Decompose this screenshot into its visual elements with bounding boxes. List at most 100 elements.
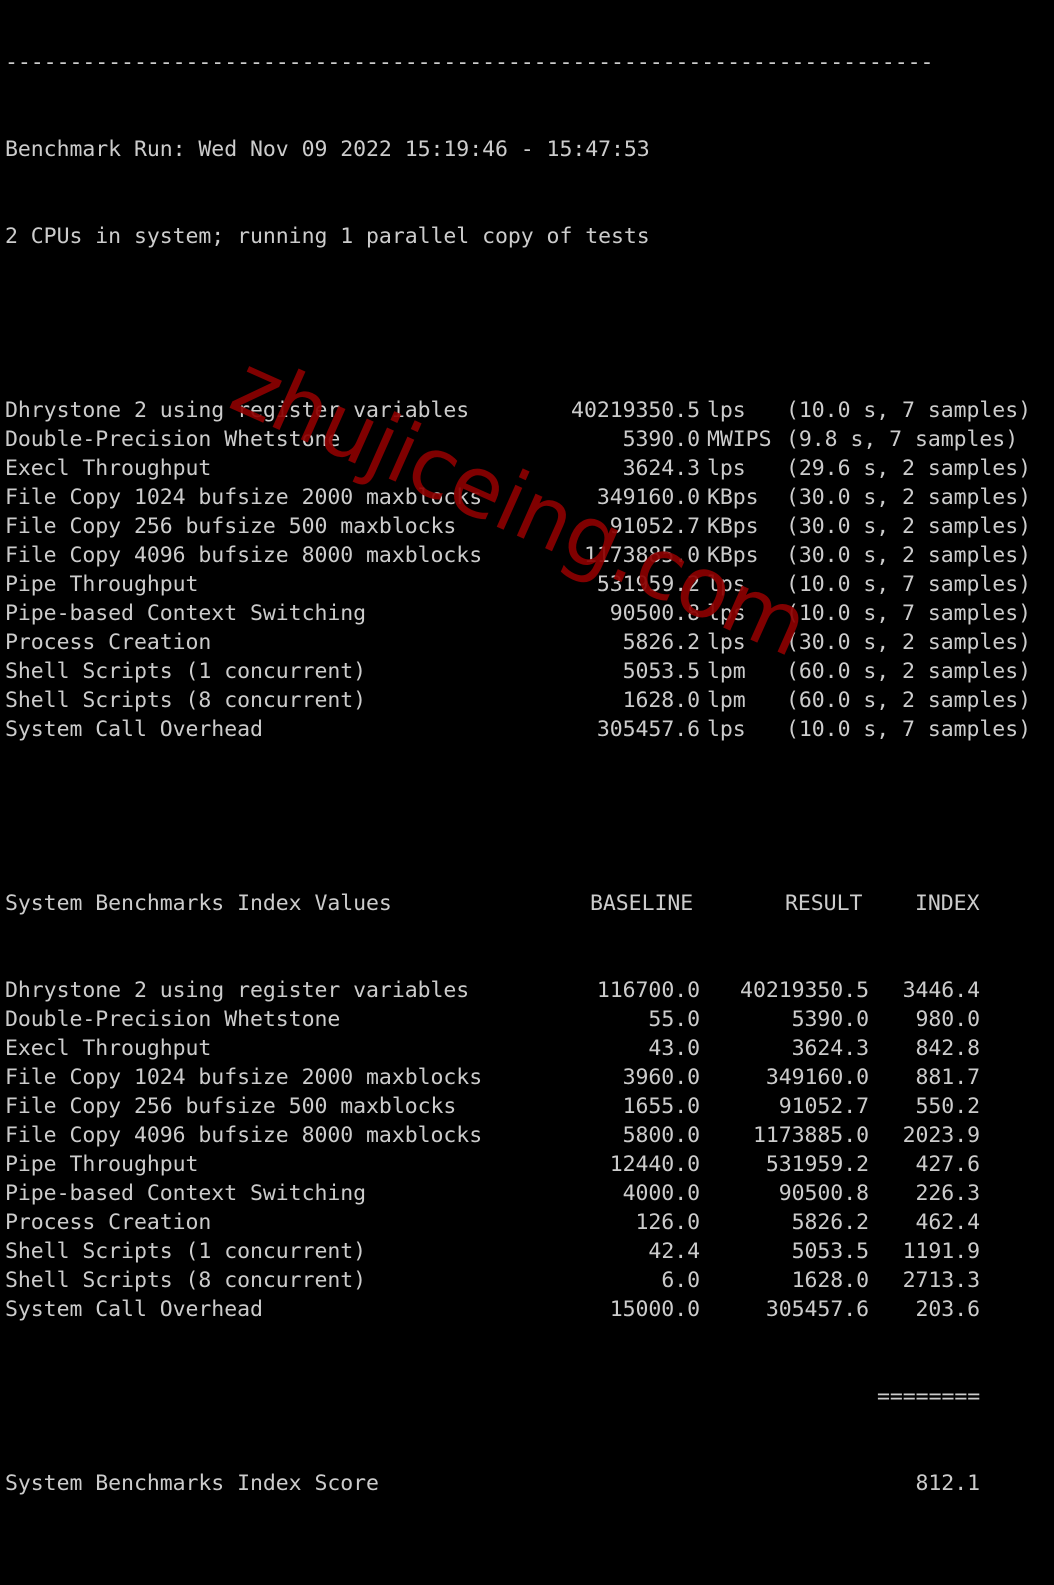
index-row-baseline: 43.0 [648,1036,700,1061]
result-detail: (10.0 s, 7 samples) [786,398,1031,423]
index-table-row: File Copy 1024 bufsize 2000 maxblocks 396… [5,1063,980,1092]
index-row-name: Double-Precision Whetstone [5,1007,341,1032]
index-score-label: System Benchmarks Index Score [5,1471,379,1496]
result-name: Pipe Throughput [5,572,199,597]
result-name: Dhrystone 2 using register variables [5,398,470,423]
result-row: Process Creation 5826.2 lps (30.0 s, 2 samp… [5,628,1031,657]
index-row-index: 980.0 [915,1007,981,1032]
index-row-baseline: 3960.0 [622,1065,700,1090]
result-name: Execl Throughput [5,456,212,481]
result-detail: (60.0 s, 2 samples) [786,688,1031,713]
result-name: Shell Scripts (8 concurrent) [5,688,367,713]
result-value: 1173885.0 [583,543,700,568]
index-row-name: File Copy 1024 bufsize 2000 maxblocks [5,1065,483,1090]
index-row-name: File Copy 256 bufsize 500 maxblocks [5,1094,457,1119]
result-unit: lps [707,717,746,742]
result-unit: lps [707,572,746,597]
result-name: Pipe-based Context Switching [5,601,367,626]
index-row-result: 5053.5 [791,1239,869,1264]
result-unit: lps [707,601,746,626]
index-row-baseline: 116700.0 [596,978,700,1003]
baseline-header: BASELINE [590,891,694,916]
index-table-row: Pipe Throughput 12440.0 531959.2 427.6 [5,1150,980,1179]
index-table-row: Execl Throughput 43.0 3624.3 842.8 [5,1034,980,1063]
index-row-result: 1173885.0 [752,1123,869,1148]
benchmark-run-line: Benchmark Run: Wed Nov 09 2022 15:19:46 … [5,137,650,162]
result-unit: KBps [707,485,759,510]
index-row-result: 90500.8 [778,1181,869,1206]
index-row-baseline: 42.4 [648,1239,700,1264]
result-detail: (60.0 s, 2 samples) [786,659,1031,684]
index-row-baseline: 6.0 [661,1268,700,1293]
index-table-row: Shell Scripts (8 concurrent) 6.0 1628.0 271… [5,1266,980,1295]
terminal-output: ----------------------------------------… [5,0,1031,1527]
index-row-index: 203.6 [915,1297,981,1322]
index-row-baseline: 1655.0 [622,1094,700,1119]
result-unit: MWIPS [707,427,772,452]
result-detail: (9.8 s, 7 samples) [786,427,1019,452]
index-row-index: 462.4 [915,1210,981,1235]
index-table-row: Process Creation 126.0 5826.2 462.4 [5,1208,980,1237]
index-row-result: 3624.3 [791,1036,869,1061]
index-row-index: 881.7 [915,1065,981,1090]
result-detail: (10.0 s, 7 samples) [786,601,1031,626]
result-row: Shell Scripts (8 concurrent) 1628.0 lpm (60… [5,686,1031,715]
result-name: Double-Precision Whetstone [5,427,341,452]
index-row-baseline: 15000.0 [609,1297,700,1322]
index-table-header: System Benchmarks Index Values BASELINE … [5,889,980,918]
result-name: File Copy 1024 bufsize 2000 maxblocks [5,485,483,510]
index-row-baseline: 4000.0 [622,1181,700,1206]
result-detail: (30.0 s, 2 samples) [786,485,1031,510]
result-value: 90500.8 [609,601,700,626]
index-row-result: 40219350.5 [740,978,869,1003]
index-table-rows: Dhrystone 2 using register variables 1167… [5,976,980,1324]
index-table-row: File Copy 256 bufsize 500 maxblocks 1655.… [5,1092,980,1121]
result-name: File Copy 4096 bufsize 8000 maxblocks [5,543,483,568]
index-row-index: 2713.3 [902,1268,980,1293]
result-detail: (30.0 s, 2 samples) [786,514,1031,539]
index-table-title: System Benchmarks Index Values [5,891,392,916]
result-row: Dhrystone 2 using register variables 4021… [5,396,1031,425]
result-unit: lps [707,456,746,481]
result-detail: (10.0 s, 7 samples) [786,572,1031,597]
index-row-result: 1628.0 [791,1268,869,1293]
cpu-info-line: 2 CPUs in system; running 1 parallel cop… [5,224,650,249]
separator-line: ----------------------------------------… [5,50,934,75]
result-row: File Copy 256 bufsize 500 maxblocks 91052… [5,512,1031,541]
result-row: Double-Precision Whetstone 5390.0 MWIPS (9.… [5,425,1018,454]
result-name: Shell Scripts (1 concurrent) [5,659,367,684]
result-header: RESULT [785,891,863,916]
result-unit: KBps [707,543,759,568]
index-row-name: Pipe-based Context Switching [5,1181,367,1206]
index-table-row: File Copy 4096 bufsize 8000 maxblocks 580… [5,1121,980,1150]
result-row: File Copy 1024 bufsize 2000 maxblocks 349… [5,483,1031,512]
index-row-index: 427.6 [915,1152,981,1177]
index-row-result: 305457.6 [765,1297,869,1322]
index-score-line: System Benchmarks Index Score 812.1 [5,1469,980,1498]
result-row: System Call Overhead 305457.6 lps (10.0 s, … [5,715,1031,744]
index-row-index: 226.3 [915,1181,981,1206]
result-unit: KBps [707,514,759,539]
results-list: Dhrystone 2 using register variables 4021… [5,396,1031,744]
index-table-row: Dhrystone 2 using register variables 1167… [5,976,980,1005]
index-row-name: File Copy 4096 bufsize 8000 maxblocks [5,1123,483,1148]
index-rule: ======== [877,1384,981,1409]
index-rule-line: ======== [5,1382,980,1411]
index-row-baseline: 12440.0 [609,1152,700,1177]
result-row: File Copy 4096 bufsize 8000 maxblocks 117… [5,541,1031,570]
result-value: 5390.0 [622,427,700,452]
result-row: Pipe-based Context Switching 90500.8 lps (1… [5,599,1031,628]
index-row-result: 91052.7 [778,1094,869,1119]
result-row: Shell Scripts (1 concurrent) 5053.5 lpm (60… [5,657,1031,686]
result-detail: (10.0 s, 7 samples) [786,717,1031,742]
index-row-result: 5826.2 [791,1210,869,1235]
index-row-result: 349160.0 [765,1065,869,1090]
result-detail: (30.0 s, 2 samples) [786,543,1031,568]
index-row-index: 3446.4 [902,978,980,1003]
index-row-name: System Call Overhead [5,1297,263,1322]
result-row: Execl Throughput 3624.3 lps (29.6 s, 2 samp… [5,454,1031,483]
result-value: 305457.6 [596,717,700,742]
result-value: 1628.0 [622,688,700,713]
